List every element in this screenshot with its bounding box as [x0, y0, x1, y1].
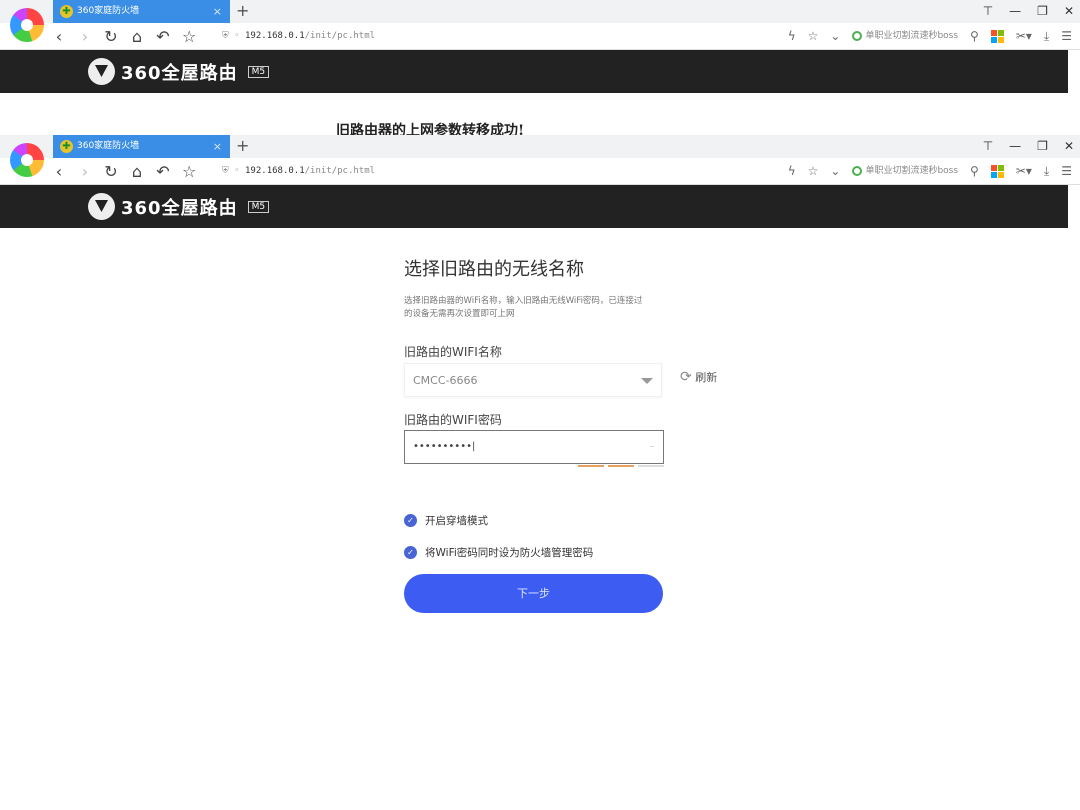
back-icon[interactable]: ‹: [52, 23, 66, 50]
browser-window-back: ✚ 360家庭防火墙 × + ⊤ — ❐ ✕ ‹ › ↻ ⌂ ↶ ☆ ⛨ ◦ 192.168.0.1…: [0, 0, 1080, 135]
360-logo-icon: [88, 58, 115, 85]
url-host: 192.168.0.1: [245, 31, 305, 41]
checkbox-label: 开启穿墙模式: [425, 513, 488, 528]
menu-icon[interactable]: ☰: [1061, 158, 1072, 185]
router-header: 360全屋路由 M5: [0, 50, 1068, 93]
address-bar[interactable]: ⛨ ◦ 192.168.0.1/init/pc.html: [222, 23, 375, 50]
chevron-down-icon[interactable]: ⌄: [830, 158, 840, 185]
check-icon: ✓: [404, 546, 417, 559]
close-window-icon[interactable]: ✕: [1064, 135, 1074, 157]
tab-bar: ✚ 360家庭防火墙 × + ⊤ — ❐ ✕: [0, 0, 1080, 23]
brand-name: 360全屋路由: [121, 59, 238, 85]
download-icon[interactable]: ⤓: [1044, 23, 1049, 50]
url-path: /init/pc.html: [305, 166, 375, 176]
download-icon[interactable]: ⤓: [1044, 158, 1049, 185]
next-button[interactable]: 下一步: [404, 574, 663, 613]
password-label: 旧路由的WIFI密码: [404, 411, 502, 428]
lightning-icon[interactable]: ϟ: [788, 158, 796, 185]
restore-icon[interactable]: ❐: [1037, 135, 1048, 157]
close-window-icon[interactable]: ✕: [1064, 0, 1074, 22]
password-input[interactable]: ••••••••••|⌣: [404, 430, 664, 464]
close-tab-icon[interactable]: ×: [213, 0, 222, 23]
toolbar: ‹ › ↻ ⌂ ↶ ☆ ⛨ ◦ 192.168.0.1/init/pc.html ϟ ☆ ⌄ 单…: [0, 158, 1080, 185]
tab-active[interactable]: ✚ 360家庭防火墙 ×: [53, 0, 230, 23]
forward-icon[interactable]: ›: [78, 158, 92, 185]
scissors-icon[interactable]: ✂▾: [1016, 158, 1032, 185]
ssid-value: CMCC-6666: [413, 374, 478, 387]
shield-icon: ⛨ ◦: [222, 166, 245, 176]
forward-icon[interactable]: ›: [78, 23, 92, 50]
scissors-icon[interactable]: ✂▾: [1016, 23, 1032, 50]
bookmark-icon[interactable]: ☆: [808, 23, 819, 50]
checkbox-same-password[interactable]: ✓ 将WiFi密码同时设为防火墙管理密码: [404, 545, 593, 560]
firewall-favicon-icon: ✚: [60, 5, 73, 18]
search-text: 单职业切割流速秒boss: [865, 31, 958, 41]
browser-logo-icon: [10, 8, 44, 42]
address-bar[interactable]: ⛨ ◦ 192.168.0.1/init/pc.html: [222, 158, 375, 185]
search-text: 单职业切割流速秒boss: [865, 166, 958, 176]
checkbox-wall-mode[interactable]: ✓ 开启穿墙模式: [404, 513, 488, 528]
menu-icon[interactable]: ☰: [1061, 23, 1072, 50]
new-tab-button[interactable]: +: [236, 0, 249, 22]
brand-name: 360全屋路由: [121, 194, 238, 220]
star-icon[interactable]: ☆: [182, 23, 196, 50]
tab-title: 360家庭防火墙: [77, 141, 139, 151]
form-description: 选择旧路由器的WiFi名称，输入旧路由无线WiFi密码，已连接过的设备无需再次设…: [404, 295, 644, 321]
check-icon: ✓: [404, 514, 417, 527]
home-icon[interactable]: ⌂: [130, 23, 144, 50]
back-icon[interactable]: ‹: [52, 158, 66, 185]
hide-password-icon[interactable]: ⌣: [649, 431, 655, 463]
model-badge: M5: [248, 201, 270, 213]
firewall-favicon-icon: ✚: [60, 140, 73, 153]
password-value: ••••••••••: [413, 441, 472, 452]
refresh-button[interactable]: ⟳ 刷新: [680, 369, 717, 385]
ssid-select[interactable]: CMCC-6666: [404, 363, 662, 397]
skin-icon[interactable]: ⊤: [983, 135, 993, 157]
chevron-down-icon[interactable]: ⌄: [830, 23, 840, 50]
model-badge: M5: [248, 66, 270, 78]
wifi-form: 选择旧路由的无线名称 选择旧路由器的WiFi名称，输入旧路由无线WiFi密码，已…: [404, 255, 734, 655]
search-icon[interactable]: ⚲: [970, 23, 979, 50]
search-box[interactable]: 单职业切割流速秒boss: [852, 158, 958, 185]
dropdown-arrow-icon: [641, 378, 653, 384]
apps-icon[interactable]: [991, 165, 1004, 178]
tab-title: 360家庭防火墙: [77, 6, 139, 16]
apps-icon[interactable]: [991, 30, 1004, 43]
reload-icon[interactable]: ↻: [104, 23, 118, 50]
lightning-icon[interactable]: ϟ: [788, 23, 796, 50]
refresh-icon: ⟳: [680, 369, 692, 385]
tab-bar: ✚ 360家庭防火墙 × + ⊤ — ❐ ✕: [0, 135, 1080, 158]
checkbox-label: 将WiFi密码同时设为防火墙管理密码: [425, 545, 593, 560]
search-icon[interactable]: ⚲: [970, 158, 979, 185]
star-icon[interactable]: ☆: [182, 158, 196, 185]
page-title: 选择旧路由的无线名称: [404, 255, 734, 281]
refresh-label: 刷新: [695, 371, 717, 384]
shield-icon: ⛨ ◦: [222, 31, 245, 41]
tab-active[interactable]: ✚ 360家庭防火墙 ×: [53, 135, 230, 158]
search-box[interactable]: 单职业切割流速秒boss: [852, 23, 958, 50]
minimize-icon[interactable]: —: [1009, 0, 1021, 22]
router-header: 360全屋路由 M5: [0, 185, 1068, 228]
reload-icon[interactable]: ↻: [104, 158, 118, 185]
ssid-label: 旧路由的WIFI名称: [404, 343, 502, 360]
url-path: /init/pc.html: [305, 31, 375, 41]
undo-icon[interactable]: ↶: [156, 158, 170, 185]
new-tab-button[interactable]: +: [236, 135, 249, 157]
360-logo-icon: [88, 193, 115, 220]
browser-logo-icon: [10, 143, 44, 177]
bookmark-icon[interactable]: ☆: [808, 158, 819, 185]
browser-window-front: ✚ 360家庭防火墙 × + ⊤ — ❐ ✕ ‹ › ↻ ⌂ ↶ ☆ ⛨ ◦ 192.168.0.1…: [0, 135, 1080, 810]
toolbar: ‹ › ↻ ⌂ ↶ ☆ ⛨ ◦ 192.168.0.1/init/pc.html ϟ ☆ ⌄ 单…: [0, 23, 1080, 50]
home-icon[interactable]: ⌂: [130, 158, 144, 185]
undo-icon[interactable]: ↶: [156, 23, 170, 50]
restore-icon[interactable]: ❐: [1037, 0, 1048, 22]
close-tab-icon[interactable]: ×: [213, 135, 222, 158]
password-strength-bar: [578, 465, 664, 467]
skin-icon[interactable]: ⊤: [983, 0, 993, 22]
url-host: 192.168.0.1: [245, 166, 305, 176]
minimize-icon[interactable]: —: [1009, 135, 1021, 157]
